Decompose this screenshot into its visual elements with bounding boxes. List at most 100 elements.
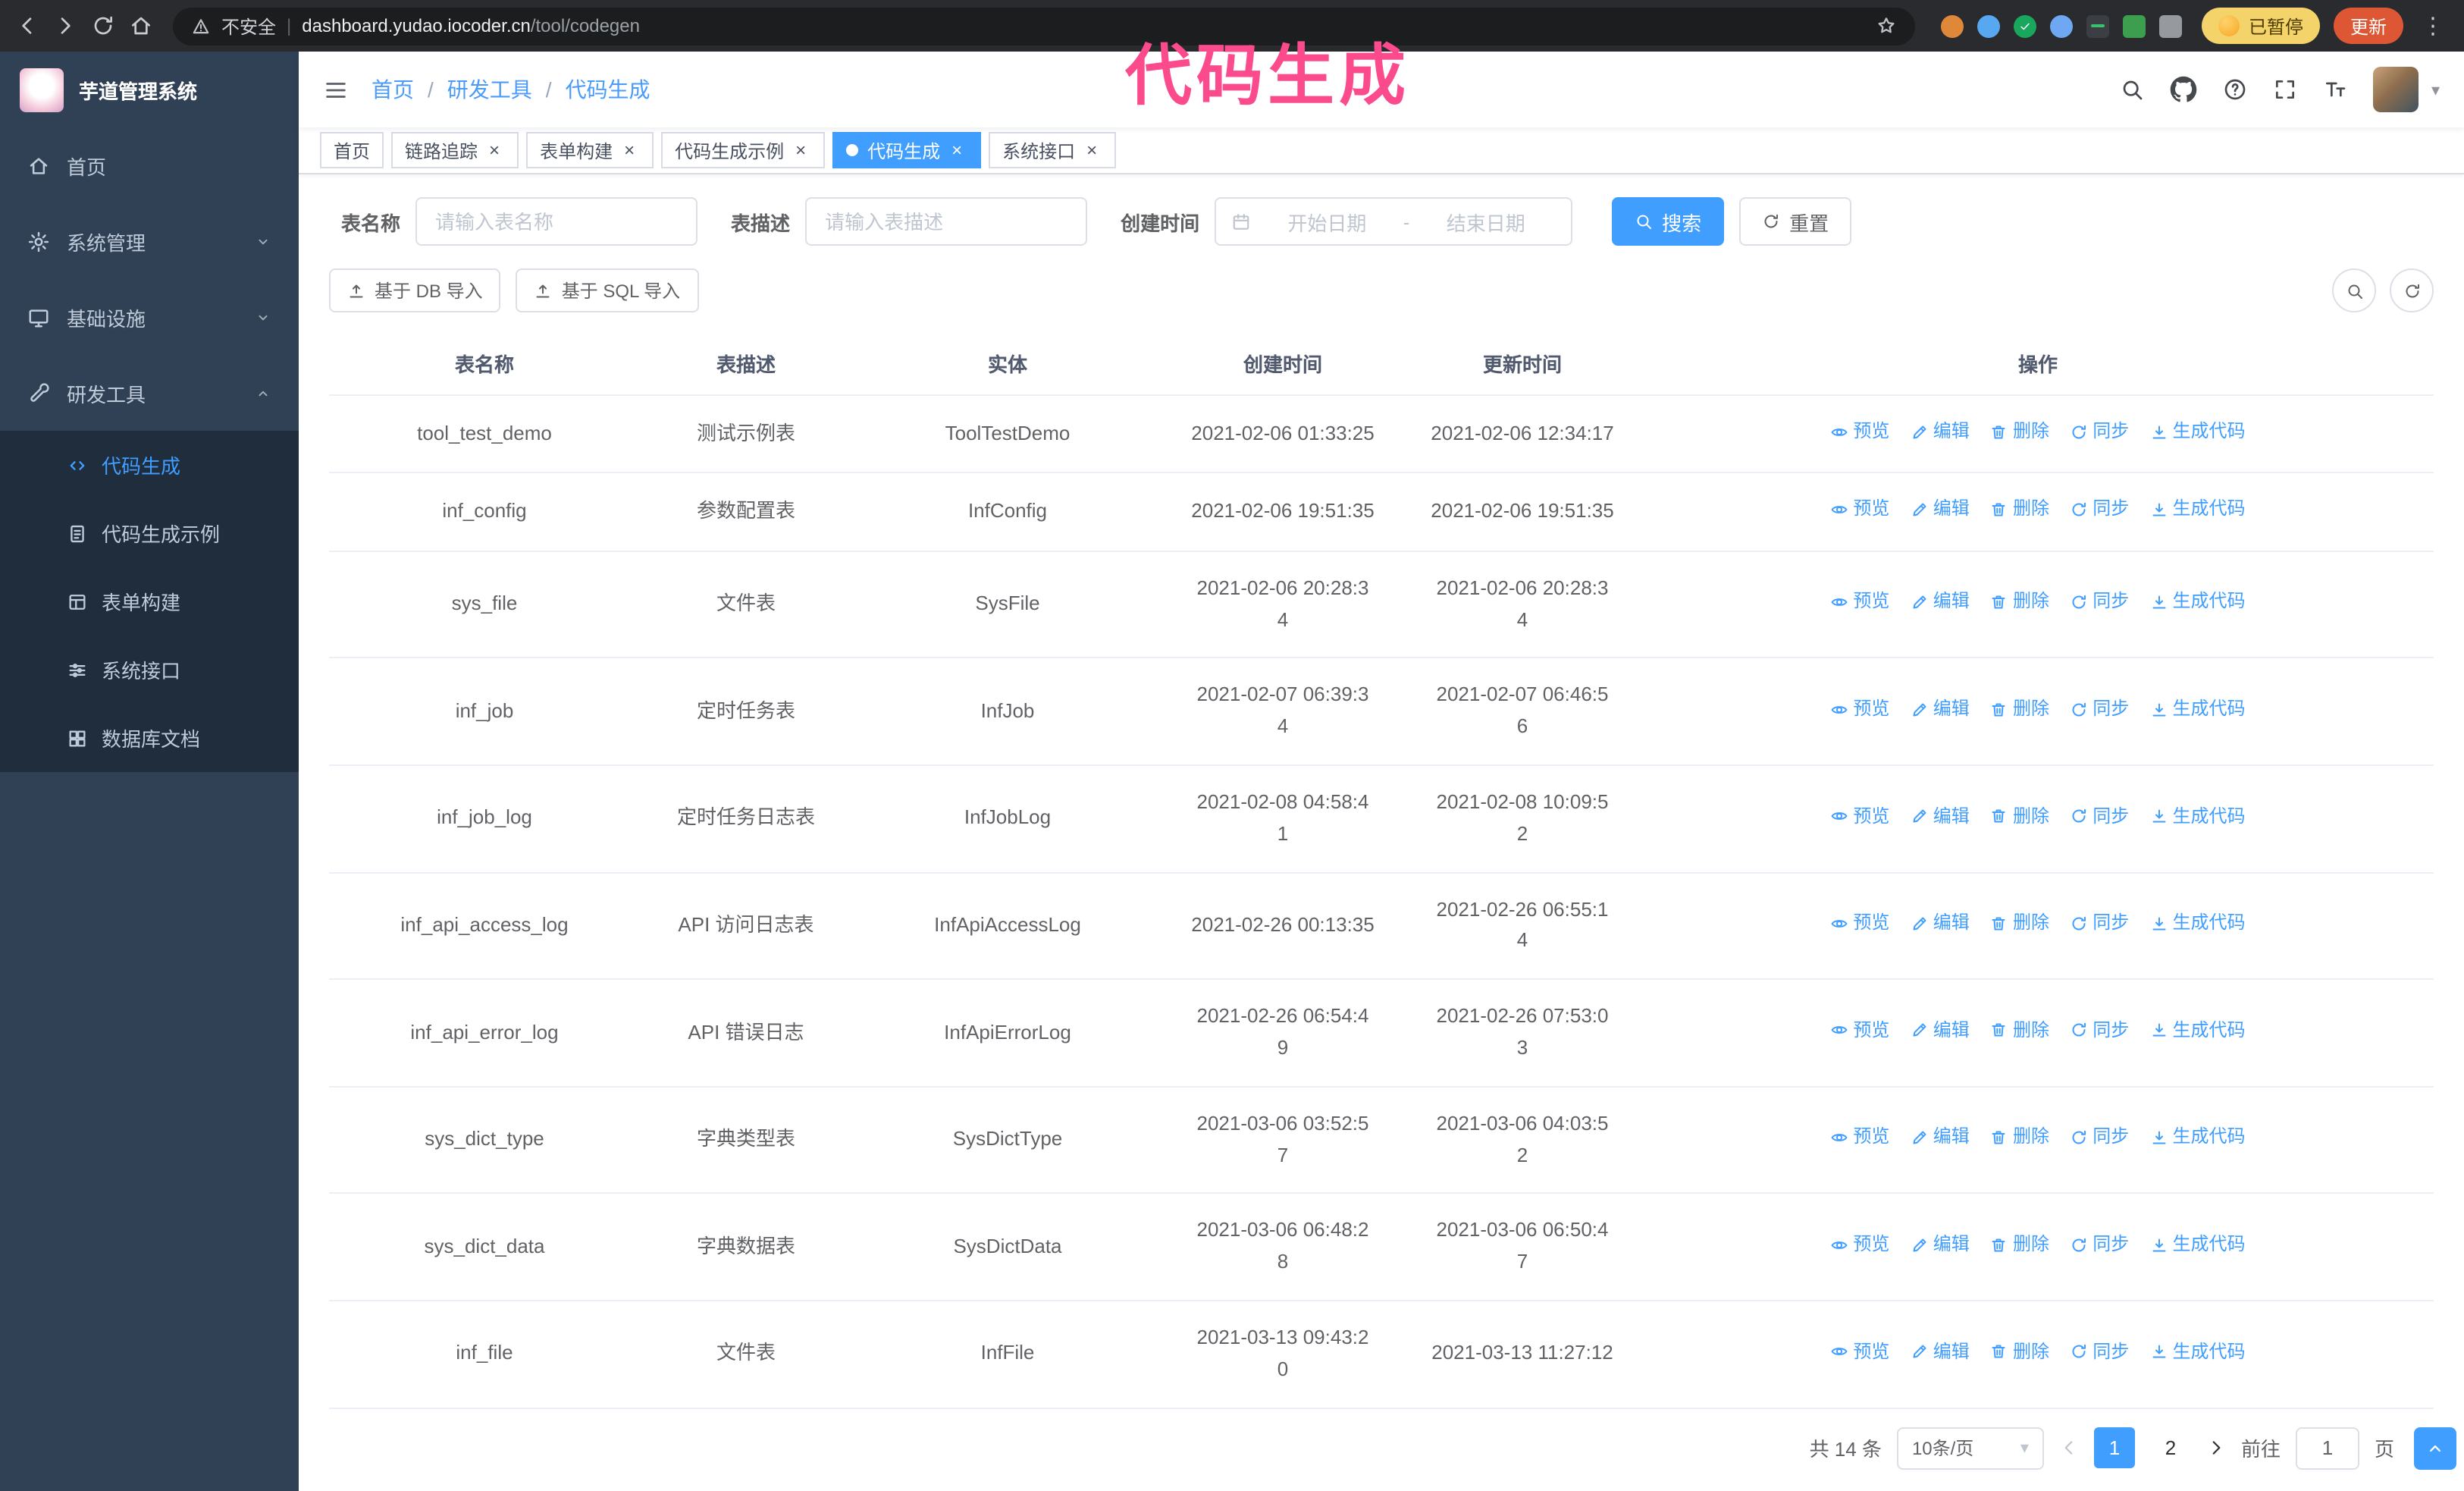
extension-icon[interactable] [2013,14,2036,37]
sidebar-item-codegen-example[interactable]: 代码生成示例 [0,499,299,567]
import-sql-button[interactable]: 基于 SQL 导入 [516,268,699,312]
sync-link[interactable]: 同步 [2070,1337,2129,1366]
delete-link[interactable]: 删除 [1990,1016,2049,1045]
page-1-button[interactable]: 1 [2093,1427,2135,1469]
delete-link[interactable]: 删除 [1990,695,2049,724]
preview-link[interactable]: 预览 [1830,1337,1889,1366]
fullscreen-icon[interactable] [2274,77,2298,102]
preview-link[interactable]: 预览 [1830,417,1889,446]
reload-icon[interactable] [91,14,115,38]
generate-code-link[interactable]: 生成代码 [2150,1016,2246,1045]
delete-link[interactable]: 删除 [1990,909,2049,937]
sync-link[interactable]: 同步 [2070,588,2129,617]
generate-code-link[interactable]: 生成代码 [2150,588,2246,617]
sync-link[interactable]: 同步 [2070,495,2129,524]
page-size-select[interactable]: 10条/页 ▾ [1896,1427,2044,1470]
generate-code-link[interactable]: 生成代码 [2150,909,2246,937]
user-avatar[interactable] [2373,67,2419,112]
delete-link[interactable]: 删除 [1990,1230,2049,1259]
bookmark-star-icon[interactable] [1876,15,1897,36]
reset-button[interactable]: 重置 [1739,197,1852,246]
next-page-icon[interactable] [2206,1438,2226,1458]
sidebar-item-codegen[interactable]: 代码生成 [0,431,299,499]
extension-icon[interactable] [2086,14,2109,37]
sidebar-item-form-builder[interactable]: 表单构建 [0,567,299,636]
sidebar-item-home[interactable]: 首页 [0,127,299,203]
edit-link[interactable]: 编辑 [1911,1016,1970,1045]
tag-form-builder[interactable]: 表单构建 × [526,132,654,168]
header-search-icon[interactable] [2121,77,2145,102]
breadcrumb-parent[interactable]: 研发工具 [447,74,532,105]
tag-codegen-example[interactable]: 代码生成示例 × [661,132,826,168]
app-logo[interactable]: 芋道管理系统 [0,52,299,127]
preview-link[interactable]: 预览 [1830,802,1889,830]
generate-code-link[interactable]: 生成代码 [2150,802,2246,830]
back-icon[interactable] [15,14,39,38]
delete-link[interactable]: 删除 [1990,1337,2049,1366]
tag-codegen[interactable]: 代码生成 × [832,132,982,168]
hamburger-icon[interactable] [323,77,349,102]
sync-link[interactable]: 同步 [2070,802,2129,830]
close-icon[interactable]: × [1081,140,1102,161]
preview-link[interactable]: 预览 [1830,1016,1889,1045]
preview-link[interactable]: 预览 [1830,1230,1889,1259]
address-bar[interactable]: 不安全 | dashboard.yudao.iocoder.cn/tool/co… [173,7,1915,45]
date-range-picker[interactable]: 开始日期 - 结束日期 [1215,197,1573,246]
back-to-top-button[interactable] [2414,1427,2456,1470]
table-desc-input[interactable] [805,197,1088,246]
preview-link[interactable]: 预览 [1830,695,1889,724]
close-icon[interactable]: × [619,140,640,161]
preview-link[interactable]: 预览 [1830,909,1889,937]
sync-link[interactable]: 同步 [2070,1016,2129,1045]
generate-code-link[interactable]: 生成代码 [2150,417,2246,446]
avatar-caret-icon[interactable]: ▾ [2431,80,2440,99]
edit-link[interactable]: 编辑 [1911,802,1970,830]
sync-link[interactable]: 同步 [2070,1230,2129,1259]
delete-link[interactable]: 删除 [1990,802,2049,830]
breadcrumb-home[interactable]: 首页 [371,74,414,105]
delete-link[interactable]: 删除 [1990,588,2049,617]
goto-page-input[interactable] [2295,1427,2359,1470]
sidebar-item-system-management[interactable]: 系统管理 [0,203,299,279]
close-icon[interactable]: × [790,140,811,161]
sidebar-item-infrastructure[interactable]: 基础设施 [0,279,299,355]
sync-link[interactable]: 同步 [2070,695,2129,724]
generate-code-link[interactable]: 生成代码 [2150,695,2246,724]
edit-link[interactable]: 编辑 [1911,417,1970,446]
edit-link[interactable]: 编辑 [1911,695,1970,724]
close-icon[interactable]: × [484,140,505,161]
preview-link[interactable]: 预览 [1830,588,1889,617]
sync-link[interactable]: 同步 [2070,1123,2129,1152]
delete-link[interactable]: 删除 [1990,495,2049,524]
forward-icon[interactable] [53,14,77,38]
generate-code-link[interactable]: 生成代码 [2150,1337,2246,1366]
edit-link[interactable]: 编辑 [1911,1337,1970,1366]
extension-icon[interactable] [1977,14,2000,37]
edit-link[interactable]: 编辑 [1911,588,1970,617]
generate-code-link[interactable]: 生成代码 [2150,1123,2246,1152]
edit-link[interactable]: 编辑 [1911,909,1970,937]
sidebar-item-dev-tools[interactable]: 研发工具 [0,355,299,431]
sidebar-item-db-doc[interactable]: 数据库文档 [0,704,299,772]
extension-icon[interactable] [2049,14,2073,37]
preview-link[interactable]: 预览 [1830,1123,1889,1152]
close-icon[interactable]: × [946,140,967,161]
table-name-input[interactable] [415,197,698,246]
update-button[interactable]: 更新 [2333,8,2403,44]
generate-code-link[interactable]: 生成代码 [2150,1230,2246,1259]
search-button[interactable]: 搜索 [1612,197,1725,246]
page-2-button[interactable]: 2 [2150,1427,2191,1468]
extension-icon[interactable] [1940,14,1964,37]
tag-system-api[interactable]: 系统接口 × [989,132,1117,168]
delete-link[interactable]: 删除 [1990,417,2049,446]
delete-link[interactable]: 删除 [1990,1123,2049,1152]
browser-home-icon[interactable] [129,14,153,38]
extensions-puzzle-icon[interactable] [2158,14,2182,37]
sync-paused-badge[interactable]: 已暂停 [2201,8,2320,44]
help-icon[interactable] [2224,77,2248,102]
extension-icon[interactable] [2122,14,2146,37]
edit-link[interactable]: 编辑 [1911,1123,1970,1152]
generate-code-link[interactable]: 生成代码 [2150,495,2246,524]
prev-page-icon[interactable] [2059,1438,2079,1458]
tag-home[interactable]: 首页 [320,132,384,168]
